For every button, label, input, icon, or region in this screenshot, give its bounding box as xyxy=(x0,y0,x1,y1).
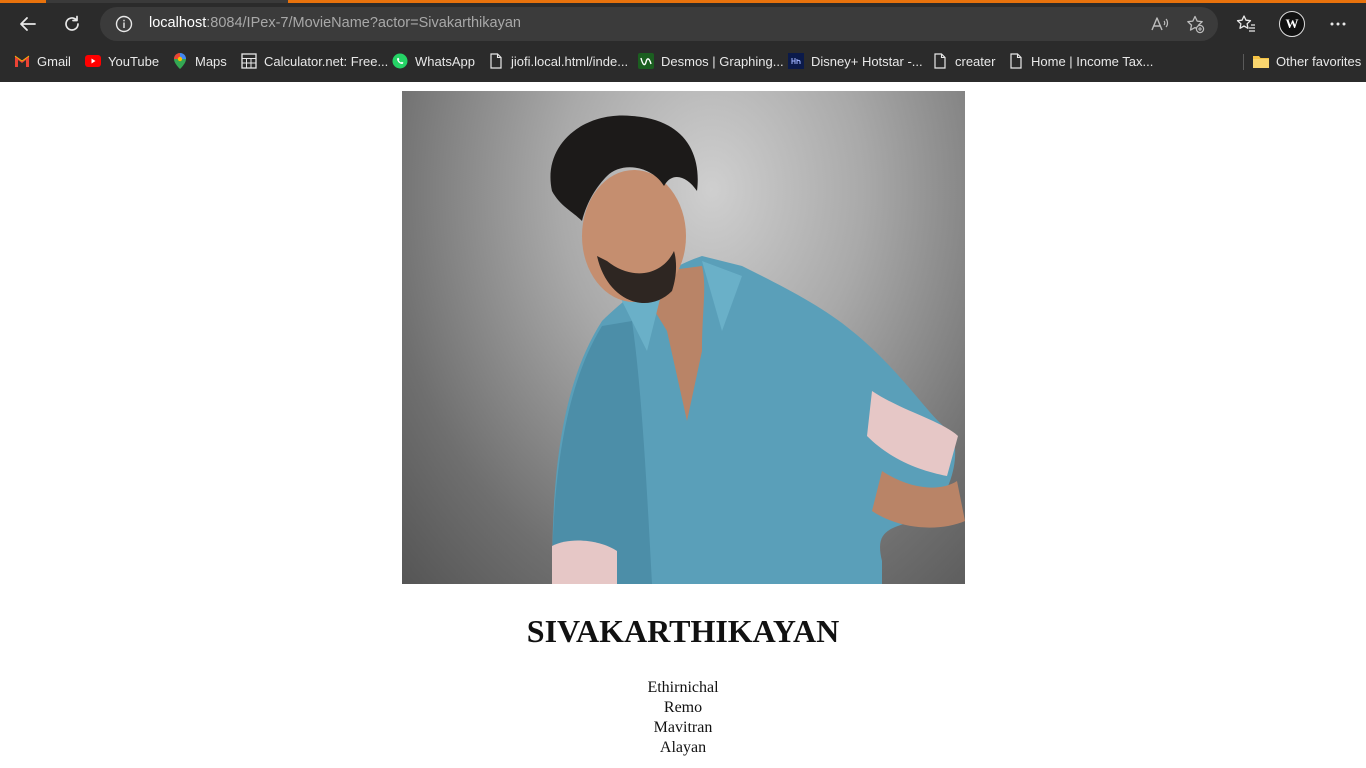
bookmark-gmail[interactable]: Gmail xyxy=(14,49,71,73)
bookmarks-bar: Gmail YouTube Maps Calculator.net: Free.… xyxy=(0,47,1366,75)
movie-item: Mavitran xyxy=(653,719,713,736)
avatar-initial: W xyxy=(1285,16,1299,31)
page-icon xyxy=(1008,53,1024,69)
maps-icon xyxy=(172,53,188,69)
info-icon[interactable] xyxy=(114,14,134,34)
bookmarks-divider xyxy=(1243,54,1244,70)
profile-button[interactable]: W xyxy=(1276,8,1308,40)
page-content: SIVAKARTHIKAYAN Ethirnichal Remo Mavitra… xyxy=(0,82,1366,768)
other-favorites-label: Other favorites xyxy=(1276,53,1362,69)
back-button[interactable] xyxy=(12,8,44,40)
actor-name-heading: SIVAKARTHIKAYAN xyxy=(526,613,840,649)
bookmark-hotstar[interactable]: Disney+ Hotstar -... xyxy=(788,49,923,73)
bookmark-label: Gmail xyxy=(37,53,71,69)
other-favorites-folder[interactable]: Other favorites xyxy=(1253,49,1361,73)
favorites-list-icon xyxy=(1236,15,1255,32)
folder-icon xyxy=(1253,53,1269,69)
whatsapp-icon xyxy=(392,53,408,69)
settings-menu-button[interactable] xyxy=(1322,8,1354,40)
gmail-icon xyxy=(14,53,30,69)
bookmark-maps[interactable]: Maps xyxy=(172,49,227,73)
star-add-icon xyxy=(1187,15,1205,34)
bookmark-calculator[interactable]: Calculator.net: Free... xyxy=(241,49,388,73)
url-text[interactable]: localhost:8084/IPex-7/MovieName?actor=Si… xyxy=(149,15,521,31)
bookmark-desmos[interactable]: Desmos | Graphing... xyxy=(638,49,784,73)
arrow-left-icon xyxy=(20,17,36,31)
bookmark-youtube[interactable]: YouTube xyxy=(85,49,159,73)
read-aloud-button[interactable] xyxy=(1148,13,1170,35)
url-host: localhost xyxy=(149,15,207,31)
actor-photo xyxy=(402,91,965,584)
browser-chrome: localhost:8084/IPex-7/MovieName?actor=Si… xyxy=(0,0,1366,82)
bookmark-label: Home | Income Tax... xyxy=(1031,53,1154,69)
bookmark-label: Desmos | Graphing... xyxy=(661,53,784,69)
youtube-icon xyxy=(85,53,101,69)
bookmark-label: Disney+ Hotstar -... xyxy=(811,53,923,69)
read-aloud-icon xyxy=(1151,17,1169,31)
bookmark-label: YouTube xyxy=(108,53,160,69)
url-path: :8084/IPex-7/MovieName?actor=Sivakarthik… xyxy=(206,15,521,31)
bookmark-label: Calculator.net: Free... xyxy=(264,53,389,69)
actor-portrait-illustration xyxy=(550,115,965,584)
movie-item: Ethirnichal xyxy=(647,679,719,696)
bookmark-creater[interactable]: creater xyxy=(932,49,995,73)
movie-item: Alayan xyxy=(659,739,707,756)
address-bar[interactable]: localhost:8084/IPex-7/MovieName?actor=Si… xyxy=(100,7,1218,41)
bookmark-label: Maps xyxy=(195,53,227,69)
movie-list: Ethirnichal Remo Mavitran Alayan xyxy=(0,678,1366,758)
more-icon xyxy=(1330,22,1346,26)
favorites-button[interactable] xyxy=(1230,8,1262,40)
reload-icon xyxy=(65,15,79,31)
page-icon xyxy=(932,53,948,69)
desmos-icon xyxy=(638,53,654,69)
toolbar: localhost:8084/IPex-7/MovieName?actor=Si… xyxy=(0,3,1366,44)
hotstar-icon xyxy=(788,53,804,69)
calculator-icon xyxy=(241,53,257,69)
bookmark-label: creater xyxy=(955,53,996,69)
add-favorite-button[interactable] xyxy=(1184,13,1206,35)
avatar: W xyxy=(1279,11,1305,37)
movie-item: Remo xyxy=(663,699,703,716)
bookmark-jiofi[interactable]: jiofi.local.html/inde... xyxy=(488,49,628,73)
page-icon xyxy=(488,53,504,69)
reload-button[interactable] xyxy=(56,8,88,40)
bookmark-income-tax[interactable]: Home | Income Tax... xyxy=(1008,49,1153,73)
bookmark-whatsapp[interactable]: WhatsApp xyxy=(392,49,475,73)
bookmark-label: WhatsApp xyxy=(415,53,475,69)
bookmark-label: jiofi.local.html/inde... xyxy=(511,53,629,69)
